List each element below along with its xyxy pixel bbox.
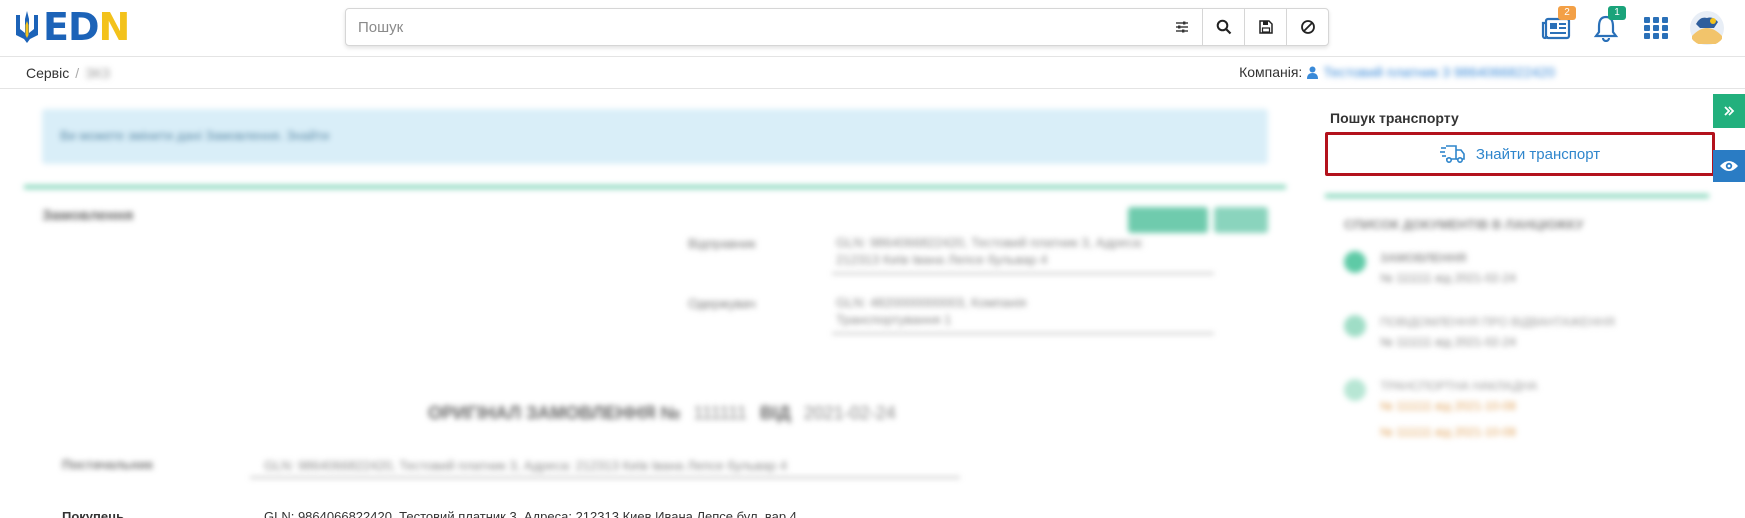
chain-accent-bar [1325,194,1709,198]
supplier-label: Постачальник [62,457,153,472]
company-selector[interactable]: Компанія: Тестовий платник 3 98640668224… [1239,64,1555,80]
floppy-icon [1258,20,1273,34]
consignor-underline [832,333,1214,334]
breadcrumb: Сервіс / ЗКЗ [26,65,110,81]
order-date[interactable]: 2021-02-24 [804,403,896,423]
notifications-count-badge: 1 [1608,6,1626,20]
card-action-button[interactable] [1128,207,1208,233]
step-title: ЗАМОВЛЕННЯ [1380,251,1467,265]
top-header: ED N Пошук 2 1 [0,0,1745,57]
consignor-value-2: Транспортування 1 [836,312,952,327]
news-button[interactable]: 2 [1540,6,1576,44]
order-content: Ви можете змінити дані Замовлення. Знайт… [0,89,1300,518]
supplier-underline [250,477,960,478]
save-search-button[interactable] [1244,9,1286,45]
double-chevron-right-icon [1724,106,1735,116]
buyer-label: Покупець [62,509,125,518]
grid-apps-icon [1644,17,1668,39]
trident-icon [16,11,38,43]
breadcrumb-service[interactable]: Сервіс [26,65,69,81]
edin-logo[interactable]: ED N [14,5,131,49]
step-circle [1344,251,1366,273]
consignor-value-1: GLN: 4820000000003, Компанія [836,295,1027,310]
consignee-value-2: 212313 Київ Івана Лепсе бульвар 4 [836,252,1048,267]
document-chain-blurred: СПИСОК ДОКУМЕНТІВ В ЛАНЦЮЖКУ ЗАМОВЛЕННЯ … [1312,89,1722,518]
order-from-label: ВІД [759,403,791,423]
news-count-badge: 2 [1558,6,1576,20]
company-value[interactable]: Тестовий платник 3 9864066822420 [1323,64,1555,80]
consignor-label: Одержувач [688,296,756,311]
apps-button[interactable] [1640,12,1672,44]
company-label: Компанія: [1239,64,1303,80]
step-subtitle[interactable]: № 111111 від 2021-10-08 [1380,399,1516,413]
order-title-text: ОРИГІНАЛ ЗАМОВЛЕННЯ № [428,403,681,423]
info-banner-text: Ви можете змінити дані Замовлення. Знайт… [60,128,330,143]
search-icon [1216,19,1231,35]
logo-text-n: N [98,5,131,49]
filter-button[interactable] [1161,9,1202,45]
step-title: ТРАНСПОРТНА НАКЛАДНА [1380,379,1538,393]
step-subtitle[interactable]: № 111111 від 2021-02-24 [1380,335,1516,349]
step-title: ПОВІДОМЛЕННЯ ПРО ВІДВАНТАЖЕННЯ [1380,315,1615,329]
logo-text: ED [43,5,100,49]
step-subtitle[interactable]: № 111111 від 2021-10-08 [1380,425,1516,439]
sliders-icon [1175,21,1188,33]
step-circle [1344,379,1366,401]
order-title: ОРИГІНАЛ ЗАМОВЛЕННЯ № 111111 ВІД 2021-02… [428,403,896,424]
collapse-panel-button[interactable] [1713,94,1745,128]
supplier-value: GLN: 9864066822420, Тестовий платник 3, … [264,458,788,473]
card-secondary-button[interactable] [1214,207,1268,233]
order-number[interactable]: 111111 [693,403,746,423]
step-circle [1344,315,1366,337]
breadcrumb-current: ЗКЗ [85,65,111,81]
search-bar [345,8,1329,46]
search-input[interactable] [346,9,1161,45]
consignee-value-1: GLN: 9864066822420, Тестовий платник 3, … [836,235,1144,250]
consignee-underline [832,273,1214,274]
right-panel: Пошук транспорту Знайти транспорт СПИСОК… [1312,89,1722,518]
eye-icon [1720,161,1738,171]
clear-search-button[interactable] [1286,9,1328,45]
avatar-image [1690,11,1724,45]
card-accent-bar [24,185,1286,189]
info-banner: Ви можете змінити дані Замовлення. Знайт… [42,109,1268,164]
card-title: Замовлення [42,207,134,224]
breadcrumb-separator: / [75,65,80,81]
notifications-button[interactable]: 1 [1590,6,1626,44]
preview-toggle-button[interactable] [1713,150,1745,182]
buyer-value: GLN: 9864066822420, Тестовий платник 3, … [264,509,797,518]
user-avatar[interactable] [1688,10,1726,46]
breadcrumb-row: Сервіс / ЗКЗ Компанія: Тестовий платник … [0,57,1745,89]
chain-title: СПИСОК ДОКУМЕНТІВ В ЛАНЦЮЖКУ [1344,217,1584,232]
blurred-overlay: Ви можете змінити дані Замовлення. Знайт… [0,89,1300,518]
consignee-label: Відправник [688,236,756,251]
search-button[interactable] [1202,9,1244,45]
step-subtitle[interactable]: № 111111 від 2021-02-24 [1380,271,1516,285]
user-icon [1307,66,1319,79]
ban-icon [1300,20,1315,34]
